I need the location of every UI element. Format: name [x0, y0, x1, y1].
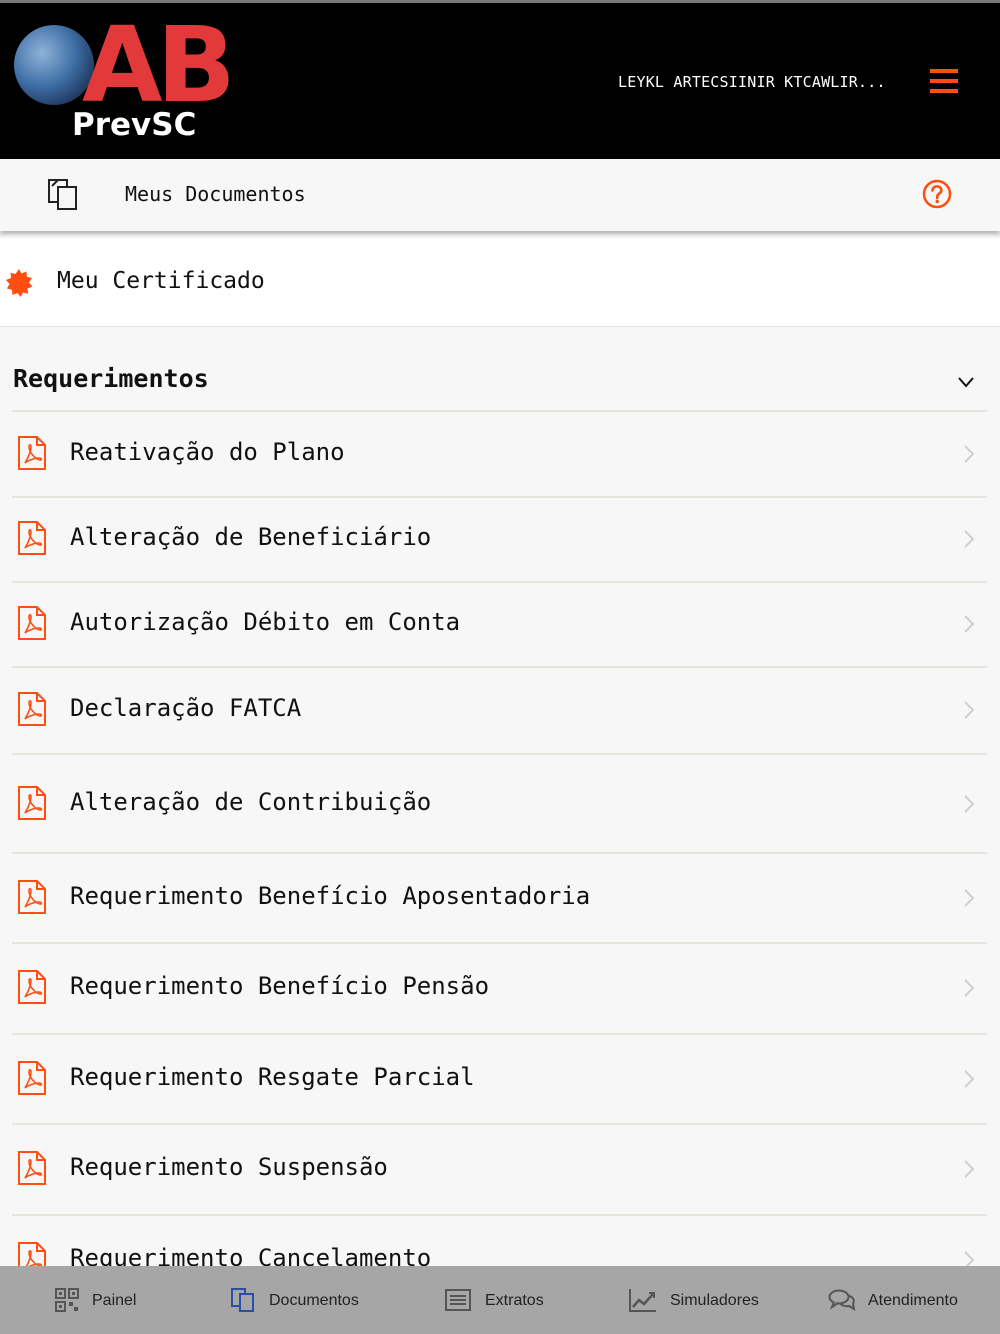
chevron-right-icon [964, 701, 975, 719]
nav-label: Painel [92, 1292, 137, 1309]
requirement-item[interactable]: Requerimento Suspensão [12, 1124, 987, 1214]
chart-line-icon [629, 1289, 656, 1312]
hamburger-menu-icon[interactable] [930, 69, 958, 97]
certificate-label: Meu Certificado [57, 268, 265, 294]
page-title: Meus Documentos [125, 182, 306, 206]
chevron-right-icon [964, 979, 975, 997]
requirement-item[interactable]: Requerimento Benefício Pensão [12, 943, 987, 1033]
requirement-label: Requerimento Benefício Aposentadoria [70, 881, 591, 910]
page-toolbar: Meus Documentos [0, 159, 1000, 231]
chevron-right-icon [964, 794, 975, 813]
help-icon[interactable] [922, 179, 952, 209]
app-header: AB PrevSC LEYKL ARTECSIINIR KTCAWLIR... [0, 0, 1000, 159]
requirement-item[interactable]: Reativação do Plano [12, 412, 987, 496]
bottom-navigation: Painel Documentos Extratos Simuladores A… [0, 1266, 1000, 1334]
nav-label: Extratos [485, 1292, 544, 1309]
pdf-file-icon [18, 1060, 46, 1095]
documents-icon [48, 179, 77, 210]
requirement-label: Requerimento Benefício Pensão [70, 972, 490, 1000]
requirement-item[interactable]: Requerimento Resgate Parcial [12, 1034, 987, 1123]
chevron-right-icon [964, 888, 975, 907]
chevron-right-icon [964, 445, 975, 463]
logo-text-main: AB [82, 4, 236, 126]
requirement-label: Alteração de Contribuição [70, 787, 432, 816]
requirement-label: Requerimento Suspensão [70, 1153, 388, 1181]
requirement-item[interactable]: Declaração FATCA [12, 667, 987, 753]
pdf-file-icon [18, 970, 46, 1004]
requirement-label: Requerimento Resgate Parcial [70, 1062, 475, 1091]
pdf-file-icon [18, 436, 46, 470]
requirement-item[interactable]: Autorização Débito em Conta [12, 582, 987, 666]
logo-text-sub: PrevSC [72, 107, 197, 143]
requirement-label: Reativação do Plano [70, 438, 345, 466]
list-icon [445, 1289, 471, 1311]
pdf-file-icon [18, 879, 46, 914]
chevron-right-icon [964, 1160, 975, 1178]
pdf-file-icon [18, 692, 46, 726]
chevron-right-icon [964, 615, 975, 633]
requirement-label: Autorização Débito em Conta [70, 608, 461, 636]
section-title[interactable]: Requerimentos [13, 364, 209, 393]
chat-bubbles-icon [828, 1289, 856, 1312]
user-name[interactable]: LEYKL ARTECSIINIR KTCAWLIR... [618, 73, 886, 91]
requirement-label: Alteração de Beneficiário [70, 523, 432, 551]
pdf-file-icon [18, 521, 46, 555]
requirement-item[interactable]: Alteração de Beneficiário [12, 497, 987, 581]
pdf-file-icon [18, 606, 46, 640]
requirement-label: Declaração FATCA [70, 694, 302, 722]
pdf-file-icon [18, 785, 46, 820]
requirement-item[interactable]: Alteração de Contribuição [12, 755, 987, 852]
chevron-down-icon[interactable] [956, 372, 976, 392]
nav-label: Atendimento [868, 1292, 958, 1309]
qr-code-icon [55, 1288, 79, 1312]
certificate-item[interactable]: Meu Certificado [0, 238, 1000, 327]
chevron-right-icon [964, 1069, 975, 1088]
nav-label: Simuladores [670, 1292, 759, 1309]
requirement-item[interactable]: Requerimento Benefício Aposentadoria [12, 853, 987, 942]
pdf-file-icon [18, 1151, 46, 1185]
chevron-right-icon [964, 530, 975, 548]
certificate-seal-icon [6, 269, 33, 297]
oab-prevsc-logo: AB PrevSC [14, 13, 236, 147]
nav-label: Documentos [269, 1292, 359, 1309]
documents-icon [231, 1288, 254, 1312]
